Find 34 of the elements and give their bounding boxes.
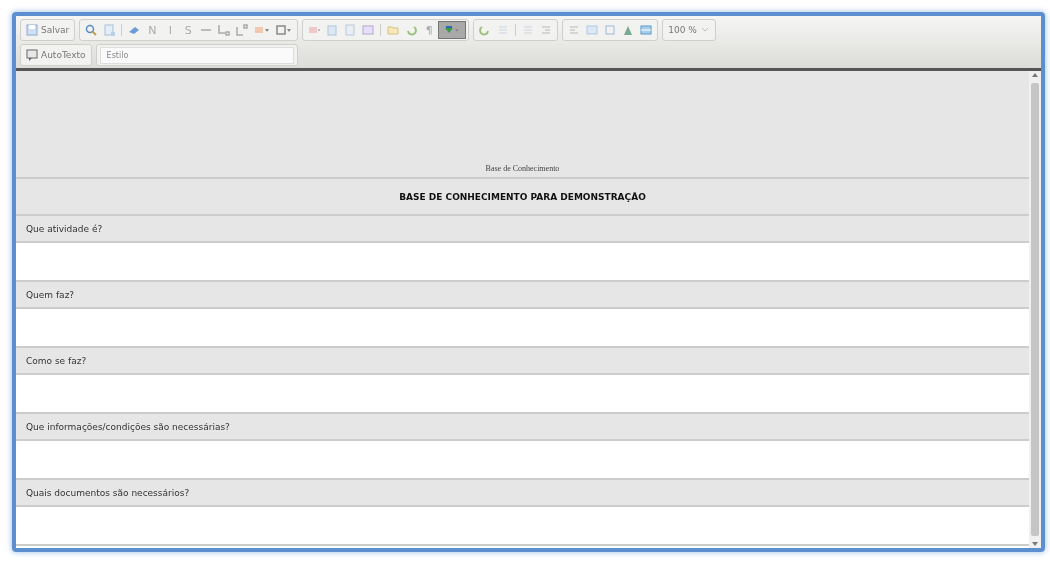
- table-button[interactable]: [360, 22, 377, 38]
- scrollbar[interactable]: [1029, 71, 1041, 548]
- page-button[interactable]: [101, 22, 118, 38]
- down-arrow-icon[interactable]: [1031, 540, 1039, 548]
- folder-icon: [386, 23, 401, 37]
- border-icon: [276, 23, 293, 37]
- undo-icon: [404, 23, 419, 37]
- scrollbar-thumb[interactable]: [1031, 83, 1039, 536]
- up-arrow-icon[interactable]: [1031, 71, 1039, 79]
- question-label: Que atividade é?: [26, 223, 103, 234]
- autotext-button[interactable]: AutoTexto: [24, 47, 88, 63]
- paint-bucket-dropdown[interactable]: [439, 22, 466, 38]
- speech-bubble-icon: [26, 48, 38, 62]
- question-label: Quais documentos são necessários?: [26, 487, 190, 498]
- page-icon: [102, 23, 117, 37]
- table-icon: [361, 23, 376, 37]
- search-icon: [84, 23, 99, 37]
- format-button[interactable]: I: [162, 22, 179, 38]
- superscript-icon: [235, 23, 250, 37]
- document-header: Base de Conhecimento: [485, 164, 560, 173]
- document-title: BASE DE CONHECIMENTO PARA DEMONSTRAÇÃO: [399, 191, 646, 202]
- question-label: Quem faz?: [26, 289, 75, 300]
- question-label: Como se faz?: [26, 355, 87, 366]
- superscript-button[interactable]: [234, 22, 251, 38]
- subscript-icon: [217, 23, 232, 37]
- subscript-button[interactable]: [216, 22, 233, 38]
- zoom-dropdown[interactable]: 100 %: [666, 22, 712, 38]
- style-dropdown[interactable]: Estilo: [99, 46, 294, 64]
- format-button[interactable]: S: [180, 22, 197, 38]
- frame-icon: [603, 23, 618, 37]
- format-button[interactable]: ¶: [421, 22, 438, 38]
- save-button[interactable]: Salvar: [24, 22, 72, 38]
- question-label: Que informações/condições são necessárias?: [26, 421, 230, 432]
- format-button[interactable]: N: [144, 22, 161, 38]
